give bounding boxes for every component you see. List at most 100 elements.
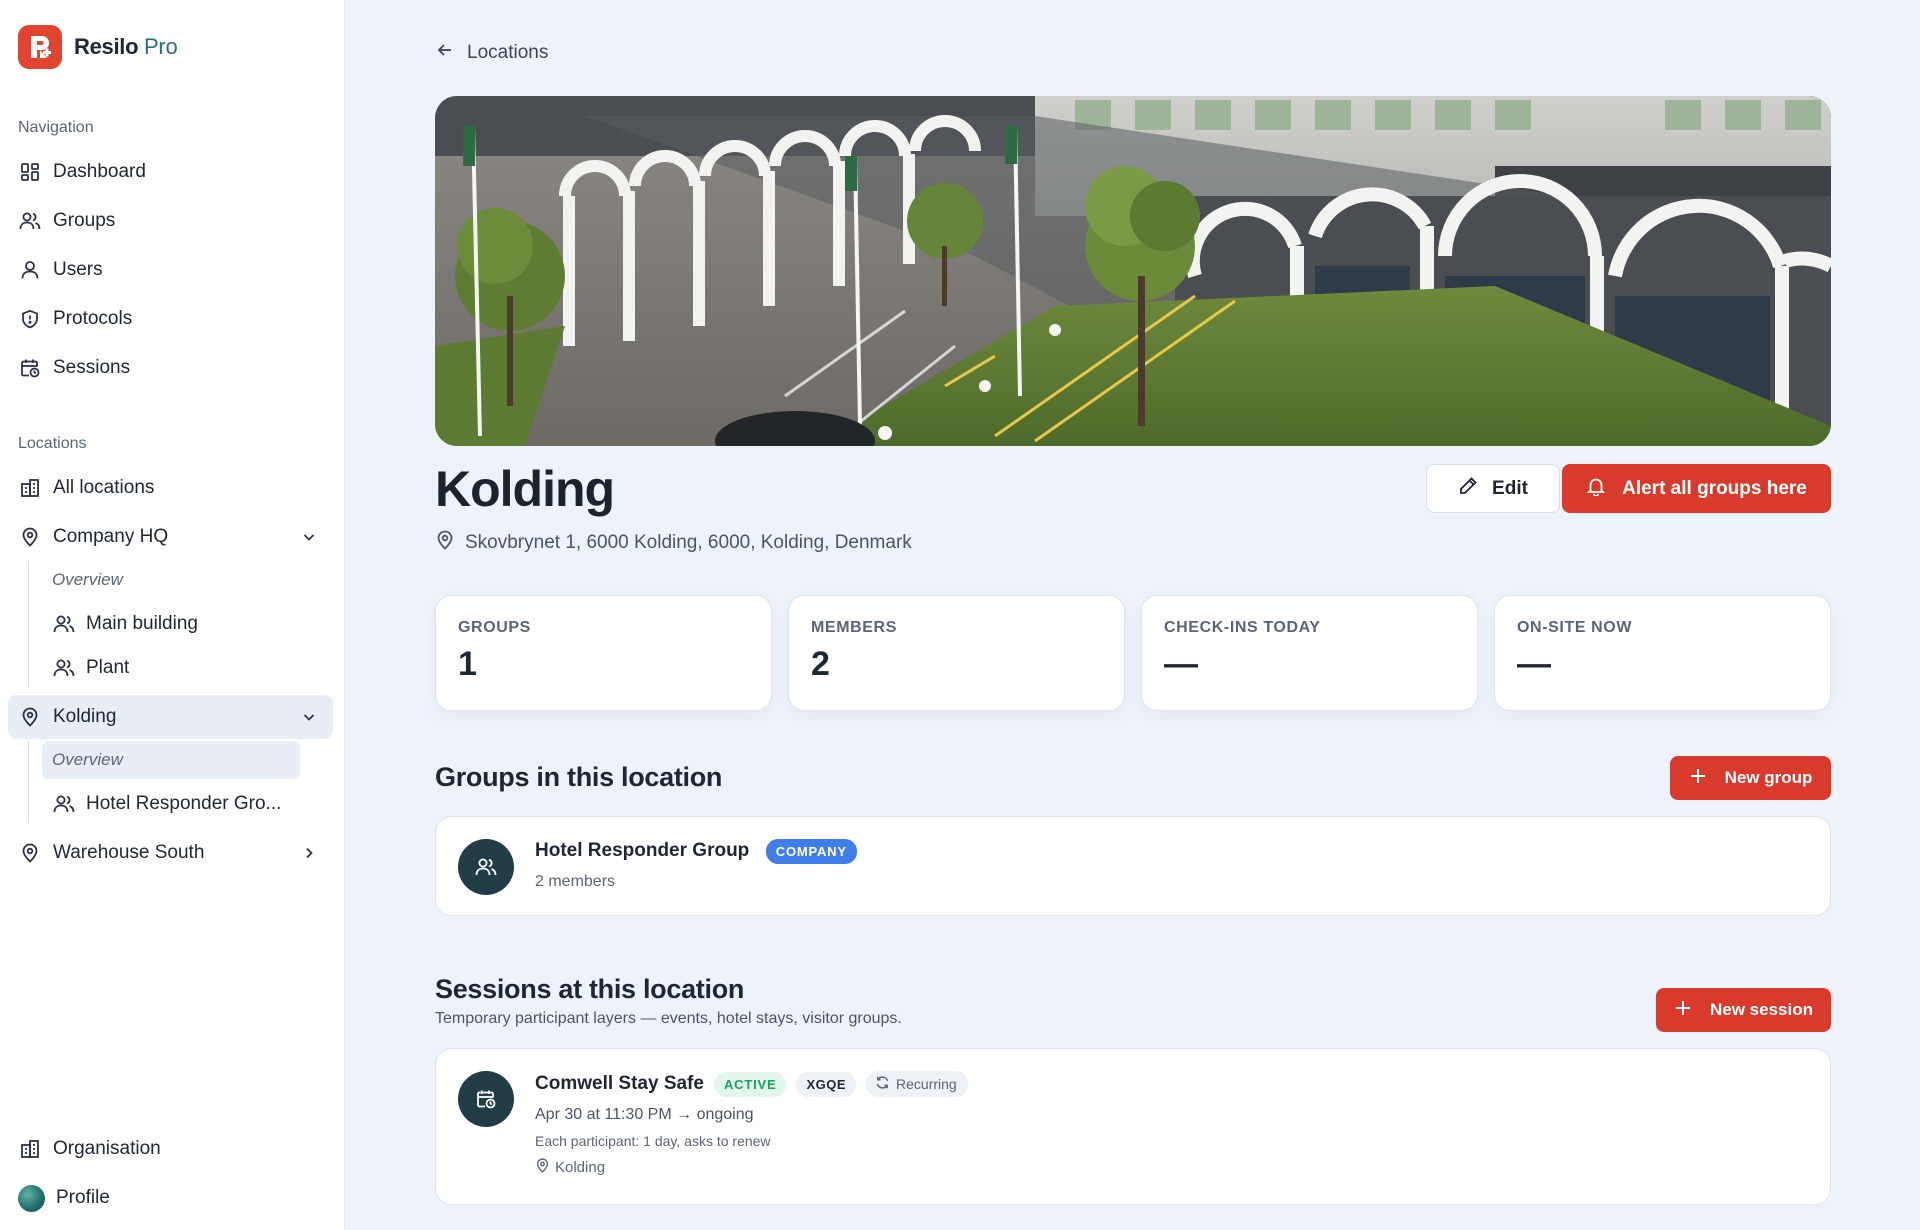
edit-label: Edit (1492, 477, 1528, 499)
users-icon (52, 612, 76, 636)
session-name: Comwell Stay Safe (535, 1073, 704, 1094)
calendar-clock-icon (18, 356, 42, 380)
session-code-badge: XGQE (796, 1071, 857, 1097)
new-session-label: New session (1710, 1000, 1813, 1019)
stat-on-site-now: ON-SITE NOW — (1494, 595, 1831, 711)
stat-label: CHECK-INS TODAY (1164, 619, 1321, 636)
avatar (18, 1184, 45, 1212)
navigation-heading: Navigation (18, 119, 94, 136)
sub-item-plant[interactable]: Plant (42, 649, 300, 687)
sidebar-item-all-locations[interactable]: All locations (8, 466, 333, 510)
sidebar-item-label: Groups (53, 210, 116, 231)
stat-label: GROUPS (458, 619, 531, 636)
session-time: Apr 30 at 11:30 PM → ongoing (535, 1106, 754, 1123)
building-icon (18, 1137, 42, 1161)
sub-item-company-hq-overview[interactable]: Overview (42, 561, 300, 599)
sub-item-kolding-overview[interactable]: Overview (42, 741, 300, 779)
sidebar-item-label: Warehouse South (53, 842, 205, 863)
group-type-badge: COMPANY (765, 839, 857, 864)
stat-groups: GROUPS 1 (435, 595, 772, 711)
sub-item-hotel-responder-group[interactable]: Hotel Responder Gro... (42, 785, 300, 823)
sidebar-item-warehouse-south[interactable]: Warehouse South (8, 831, 333, 875)
stat-value: 2 (811, 645, 830, 683)
chevron-down-icon[interactable] (297, 525, 321, 549)
sidebar-item-dashboard[interactable]: Dashboard (8, 150, 333, 194)
recurring-label: Recurring (896, 1076, 957, 1092)
shield-icon (18, 307, 42, 331)
sub-item-label: Main building (86, 613, 198, 634)
map-pin-icon (535, 1158, 550, 1177)
alert-label: Alert all groups here (1622, 477, 1807, 499)
pencil-icon (1458, 476, 1478, 502)
edit-button[interactable]: Edit (1426, 464, 1560, 513)
stat-check-ins-today: CHECK-INS TODAY — (1141, 595, 1478, 711)
sidebar-item-label: All locations (53, 477, 155, 498)
sidebar-item-protocols[interactable]: Protocols (8, 297, 333, 341)
map-pin-icon (18, 841, 42, 865)
sidebar-item-label: Kolding (53, 706, 117, 727)
sub-item-label: Plant (86, 657, 130, 678)
tree-line (28, 741, 29, 823)
sidebar-item-users[interactable]: Users (8, 248, 333, 292)
sidebar-item-label: Organisation (53, 1138, 161, 1159)
sidebar-item-kolding[interactable]: Kolding (8, 695, 333, 739)
session-card[interactable]: Comwell Stay Safe ACTIVE XGQE Recurring … (435, 1048, 1831, 1205)
sidebar: Resilo Pro Navigation Dashboard Groups U… (0, 0, 345, 1230)
stat-value: — (1164, 645, 1198, 683)
session-status-badge: ACTIVE (713, 1071, 787, 1097)
map-pin-icon (18, 705, 42, 729)
brand[interactable]: Resilo Pro (18, 25, 178, 69)
refresh-icon (875, 1075, 890, 1093)
plus-icon (1689, 767, 1707, 790)
session-rule: Each participant: 1 day, asks to renew (535, 1133, 771, 1149)
page-title: Kolding (435, 461, 615, 517)
building-icon (18, 476, 42, 500)
sidebar-item-label: Protocols (53, 308, 133, 329)
sidebar-item-groups[interactable]: Groups (8, 199, 333, 243)
sub-item-label: Hotel Responder Gro... (86, 793, 282, 814)
new-group-button[interactable]: New group (1670, 756, 1831, 800)
map-pin-icon (18, 525, 42, 549)
sub-item-main-building[interactable]: Main building (42, 605, 300, 643)
chevron-right-icon[interactable] (297, 841, 321, 865)
new-group-label: New group (1724, 768, 1813, 787)
sidebar-item-company-hq[interactable]: Company HQ (8, 515, 333, 559)
session-location: Kolding (535, 1158, 605, 1177)
group-name: Hotel Responder Group (535, 840, 750, 861)
new-session-button[interactable]: New session (1656, 988, 1831, 1032)
back-to-locations-link[interactable]: Locations (435, 40, 548, 66)
sidebar-item-label: Sessions (53, 357, 131, 378)
stat-value: 1 (458, 645, 477, 683)
grid-icon (18, 160, 42, 184)
stat-members: MEMBERS 2 (788, 595, 1125, 711)
sidebar-item-label: Profile (56, 1187, 110, 1208)
users-icon (18, 209, 42, 233)
sidebar-item-label: Users (53, 259, 103, 280)
sessions-heading: Sessions at this location (435, 974, 745, 1004)
plus-icon (1674, 999, 1692, 1022)
sessions-subtitle: Temporary participant layers — events, h… (435, 1010, 902, 1027)
back-label: Locations (467, 42, 549, 63)
users-icon (52, 792, 76, 816)
user-icon (18, 258, 42, 282)
stat-label: ON-SITE NOW (1517, 619, 1633, 636)
session-location-label: Kolding (555, 1159, 606, 1176)
groups-heading: Groups in this location (435, 762, 723, 792)
arrow-left-icon (435, 40, 455, 66)
location-address: Skovbrynet 1, 6000 Kolding, 6000, Koldin… (435, 530, 912, 556)
map-pin-icon (435, 530, 455, 556)
tree-line (28, 561, 29, 686)
recurring-badge: Recurring (866, 1071, 968, 1097)
sidebar-item-organisation[interactable]: Organisation (8, 1127, 333, 1171)
stat-label: MEMBERS (811, 619, 897, 636)
sidebar-item-sessions[interactable]: Sessions (8, 346, 333, 390)
chevron-down-icon[interactable] (297, 705, 321, 729)
users-icon (52, 656, 76, 680)
group-card[interactable]: Hotel Responder Group COMPANY 2 members (435, 816, 1831, 916)
sidebar-item-profile[interactable]: Profile (8, 1176, 333, 1220)
stat-value: — (1517, 645, 1551, 683)
users-icon (458, 839, 514, 895)
sidebar-item-label: Company HQ (53, 526, 169, 547)
sidebar-item-label: Dashboard (53, 161, 146, 182)
alert-all-groups-button[interactable]: Alert all groups here (1562, 464, 1831, 513)
